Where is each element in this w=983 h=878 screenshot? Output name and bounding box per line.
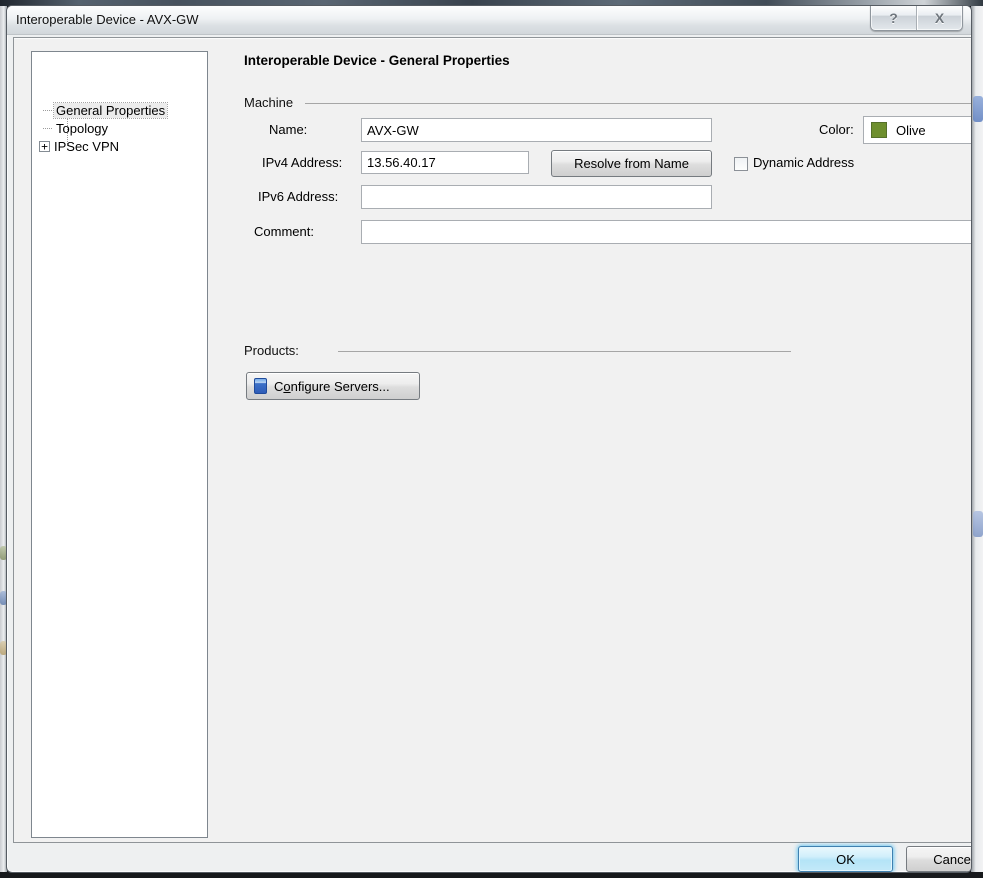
ok-button[interactable]: OK <box>798 846 893 872</box>
window-title: Interoperable Device - AVX-GW <box>16 12 199 27</box>
configure-servers-button[interactable]: Configure Servers... <box>246 372 420 400</box>
tree-stub <box>43 128 52 129</box>
caption-button-group: ? X <box>870 5 963 31</box>
help-icon: ? <box>889 10 898 26</box>
color-dropdown[interactable]: Olive <box>863 116 972 144</box>
dynamic-address-checkbox[interactable] <box>734 157 748 171</box>
sidebar-item-label: General Properties <box>54 103 167 118</box>
ipv6-label: IPv6 Address: <box>258 185 338 209</box>
name-label: Name: <box>269 118 307 142</box>
machine-section-label: Machine <box>244 95 293 110</box>
expand-icon[interactable]: + <box>39 141 50 152</box>
close-button[interactable]: X <box>916 5 962 30</box>
comment-label: Comment: <box>254 220 314 244</box>
server-icon <box>254 378 267 394</box>
sidebar-item-general-properties[interactable]: General Properties <box>39 102 167 119</box>
ipv4-input[interactable] <box>361 151 529 174</box>
color-value: Olive <box>896 123 926 138</box>
help-button[interactable]: ? <box>871 5 916 30</box>
sidebar-item-topology[interactable]: Topology <box>39 120 110 137</box>
name-input[interactable] <box>361 118 712 142</box>
color-label: Color: <box>819 118 854 142</box>
products-section-label: Products: <box>244 343 299 358</box>
dynamic-address-label: Dynamic Address <box>753 151 854 175</box>
ipv4-label: IPv4 Address: <box>262 151 342 175</box>
machine-section-line <box>305 103 972 104</box>
resolve-from-name-button[interactable]: Resolve from Name <box>551 150 712 177</box>
sidebar-item-label: IPSec VPN <box>52 139 121 154</box>
comment-input[interactable] <box>361 220 972 244</box>
color-swatch <box>871 122 887 138</box>
ipv6-input[interactable] <box>361 185 712 209</box>
products-section-line <box>338 351 791 352</box>
cancel-button[interactable]: Cancel <box>906 846 972 872</box>
background-window-right <box>971 6 983 872</box>
navigation-tree[interactable]: General Properties Topology + IPSec VPN <box>31 51 208 838</box>
interoperable-device-dialog: Interoperable Device - AVX-GW ? X Genera… <box>6 5 972 873</box>
close-icon: X <box>935 10 944 26</box>
sidebar-item-ipsec-vpn[interactable]: + IPSec VPN <box>39 138 121 155</box>
sidebar-item-label: Topology <box>54 121 110 136</box>
tree-stub <box>43 110 52 111</box>
title-bar[interactable]: Interoperable Device - AVX-GW ? X <box>7 6 971 35</box>
page-title: Interoperable Device - General Propertie… <box>244 53 510 68</box>
